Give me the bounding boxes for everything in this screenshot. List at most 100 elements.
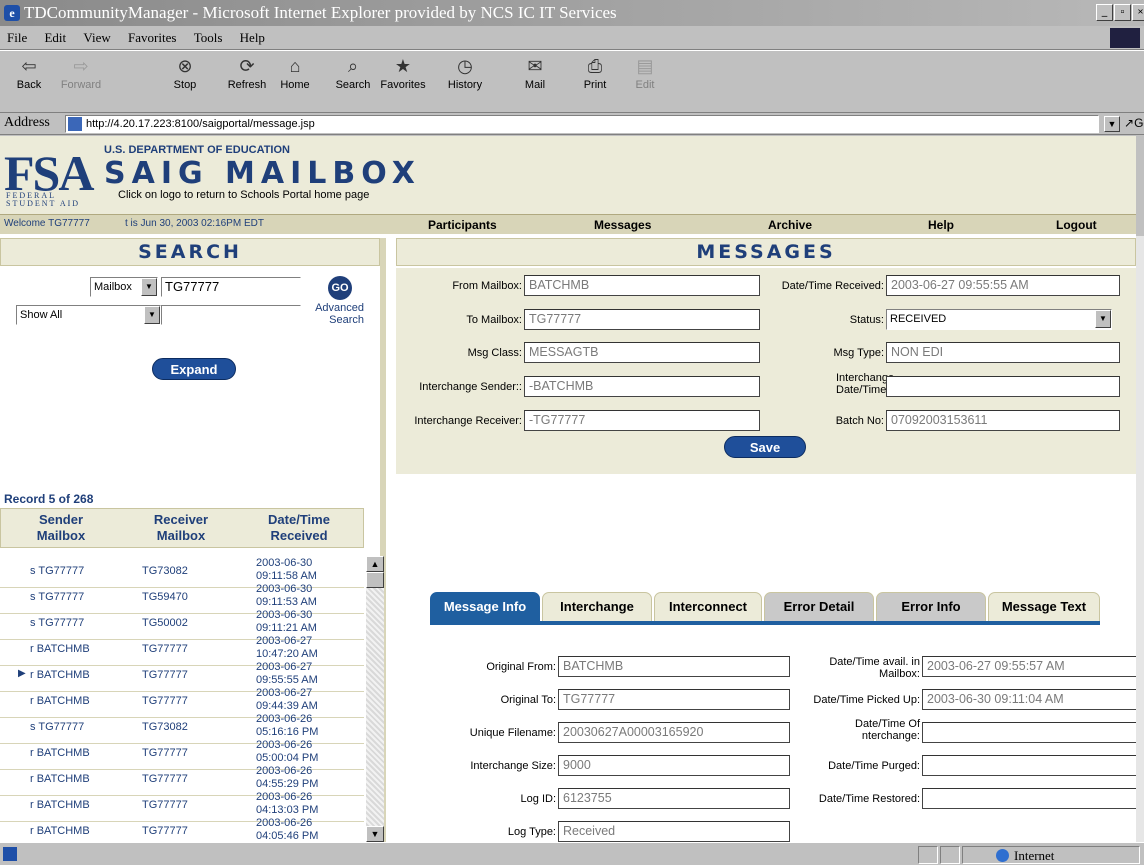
datetime-picked-field[interactable]: 2003-06-30 09:11:04 AM	[922, 689, 1136, 710]
print-button[interactable]: ⎙ Print	[570, 55, 620, 91]
window-title-bar[interactable]: e TDCommunityManager - Microsoft Interne…	[0, 0, 1144, 26]
history-button[interactable]: ◷ History	[440, 55, 490, 91]
log-id-field[interactable]: 6123755	[558, 788, 790, 809]
message-form: From Mailbox: BATCHMB Date/Time Received…	[396, 268, 1136, 474]
department-name: U.S. DEPARTMENT OF EDUCATION	[104, 144, 290, 156]
datetime-interchange-label: Date/Time Of nterchange:	[855, 718, 920, 742]
batch-no-label: Batch No:	[835, 415, 884, 427]
messages-heading: MESSAGES	[396, 238, 1136, 266]
back-button[interactable]: ⇦ Back	[4, 55, 54, 91]
menu-edit[interactable]: Edit	[37, 26, 73, 50]
msg-type-field[interactable]: NON EDI	[886, 342, 1120, 363]
nav-archive[interactable]: Archive	[768, 218, 812, 232]
minimize-icon[interactable]: _	[1096, 4, 1113, 21]
sender-cell[interactable]: r BATCHMB	[30, 825, 90, 837]
address-bar: Address http://4.20.17.223:8100/saigport…	[0, 113, 1144, 135]
save-button[interactable]: Save	[724, 436, 806, 458]
log-type-field[interactable]: Received	[558, 821, 790, 842]
list-scrollbar[interactable]: ▲ ▼	[366, 556, 384, 842]
sender-cell[interactable]: s TG77777	[30, 617, 84, 629]
tab-error-detail[interactable]: Error Detail	[764, 592, 874, 622]
advanced-search-link[interactable]: Advanced Search	[300, 302, 364, 326]
toolbar-label: Print	[583, 79, 607, 91]
sender-cell[interactable]: r BATCHMB	[30, 799, 90, 811]
tab-message-info[interactable]: Message Info	[430, 592, 540, 622]
home-button[interactable]: ⌂ Home	[270, 55, 320, 91]
nav-messages[interactable]: Messages	[594, 218, 651, 232]
nav-logout[interactable]: Logout	[1056, 218, 1097, 232]
address-label: Address	[4, 115, 50, 130]
sender-cell[interactable]: r BATCHMB	[30, 773, 90, 785]
column-sender[interactable]: Sender Mailbox	[21, 512, 101, 544]
scroll-thumb[interactable]	[366, 572, 384, 588]
menu-help[interactable]: Help	[233, 26, 272, 50]
unique-filename-field[interactable]: 20030627A00003165920	[558, 722, 790, 743]
column-date[interactable]: Date/Time Received	[251, 512, 347, 544]
address-dropdown-icon[interactable]: ▼	[1104, 116, 1120, 132]
menu-favorites[interactable]: Favorites	[121, 26, 183, 50]
favorites-button[interactable]: ★ Favorites	[378, 55, 428, 91]
scroll-up-icon[interactable]: ▲	[366, 556, 384, 572]
sender-cell[interactable]: r BATCHMB	[30, 747, 90, 759]
receiver-cell: TG77777	[142, 799, 188, 811]
datetime-purged-field[interactable]	[922, 755, 1136, 776]
original-to-field[interactable]: TG77777	[558, 689, 790, 710]
close-icon[interactable]: ×	[1132, 4, 1144, 21]
to-mailbox-field[interactable]: TG77777	[524, 309, 760, 330]
address-go-button[interactable]: ↗Go	[1124, 116, 1144, 130]
interchange-datetime-label: Interchange Date/Time:	[836, 372, 895, 396]
receiver-cell: TG77777	[142, 773, 188, 785]
mail-button[interactable]: ✉ Mail	[510, 55, 560, 91]
interchange-sender-field[interactable]: -BATCHMB	[524, 376, 760, 397]
page-scrollbar[interactable]	[1136, 236, 1144, 842]
tab-message-text[interactable]: Message Text	[988, 592, 1100, 622]
toolbar-label: Search	[335, 79, 371, 91]
from-mailbox-field[interactable]: BATCHMB	[524, 275, 760, 296]
interchange-datetime-field[interactable]	[886, 376, 1120, 397]
fsa-logo[interactable]: FSA FEDERAL STUDENT AID	[4, 140, 94, 212]
search-button[interactable]: ⌕ Search	[328, 55, 378, 91]
tab-interconnect[interactable]: Interconnect	[654, 592, 762, 622]
datetime-avail-field[interactable]: 2003-06-27 09:55:57 AM	[922, 656, 1136, 677]
print-icon: ⎙	[587, 56, 603, 76]
current-row-icon: ▶	[18, 668, 26, 679]
refresh-button[interactable]: ⟳ Refresh	[222, 55, 272, 91]
filter-select[interactable]: Show All ▼	[16, 305, 161, 325]
tab-interchange[interactable]: Interchange	[542, 592, 652, 622]
sender-cell[interactable]: s TG77777	[30, 565, 84, 577]
search-scope-select[interactable]: Mailbox ▼	[90, 277, 158, 297]
batch-no-field[interactable]: 07092003153611	[886, 410, 1120, 431]
datetime-interchange-field[interactable]	[922, 722, 1136, 743]
address-input[interactable]: http://4.20.17.223:8100/saigportal/messa…	[65, 115, 1099, 133]
status-select[interactable]: RECEIVED ▼	[886, 309, 1112, 330]
filter-input[interactable]	[161, 305, 301, 325]
sender-cell[interactable]: r BATCHMB	[30, 669, 90, 681]
expand-button[interactable]: Expand	[152, 358, 236, 380]
toolbar-label: Home	[280, 79, 310, 91]
datetime-restored-field[interactable]	[922, 788, 1136, 809]
sender-cell[interactable]: r BATCHMB	[30, 643, 90, 655]
mailbox-search-input[interactable]: TG77777	[161, 277, 301, 297]
menu-view[interactable]: View	[76, 26, 117, 50]
interchange-size-field[interactable]: 9000	[558, 755, 790, 776]
msg-class-field[interactable]: MESSAGTB	[524, 342, 760, 363]
maximize-icon[interactable]: ▫	[1114, 4, 1131, 21]
nav-participants[interactable]: Participants	[428, 218, 497, 232]
go-button[interactable]: GO	[328, 276, 352, 300]
receiver-cell: TG77777	[142, 643, 188, 655]
stop-button[interactable]: ⊗ Stop	[160, 55, 210, 91]
interchange-receiver-field[interactable]: -TG77777	[524, 410, 760, 431]
scroll-down-icon[interactable]: ▼	[366, 826, 384, 842]
tab-error-info[interactable]: Error Info	[876, 592, 986, 622]
sender-cell[interactable]: r BATCHMB	[30, 695, 90, 707]
column-receiver[interactable]: Receiver Mailbox	[141, 512, 221, 544]
sender-cell[interactable]: s TG77777	[30, 591, 84, 603]
table-row[interactable]: r BATCHMB TG77777 2003-06-26 04:05:46 PM	[0, 816, 364, 842]
original-from-field[interactable]: BATCHMB	[558, 656, 790, 677]
menu-tools[interactable]: Tools	[187, 26, 230, 50]
toolbar-label: Stop	[173, 79, 197, 91]
sender-cell[interactable]: s TG77777	[30, 721, 84, 733]
datetime-received-field[interactable]: 2003-06-27 09:55:55 AM	[886, 275, 1120, 296]
menu-file[interactable]: File	[0, 26, 34, 50]
nav-help[interactable]: Help	[928, 218, 954, 232]
